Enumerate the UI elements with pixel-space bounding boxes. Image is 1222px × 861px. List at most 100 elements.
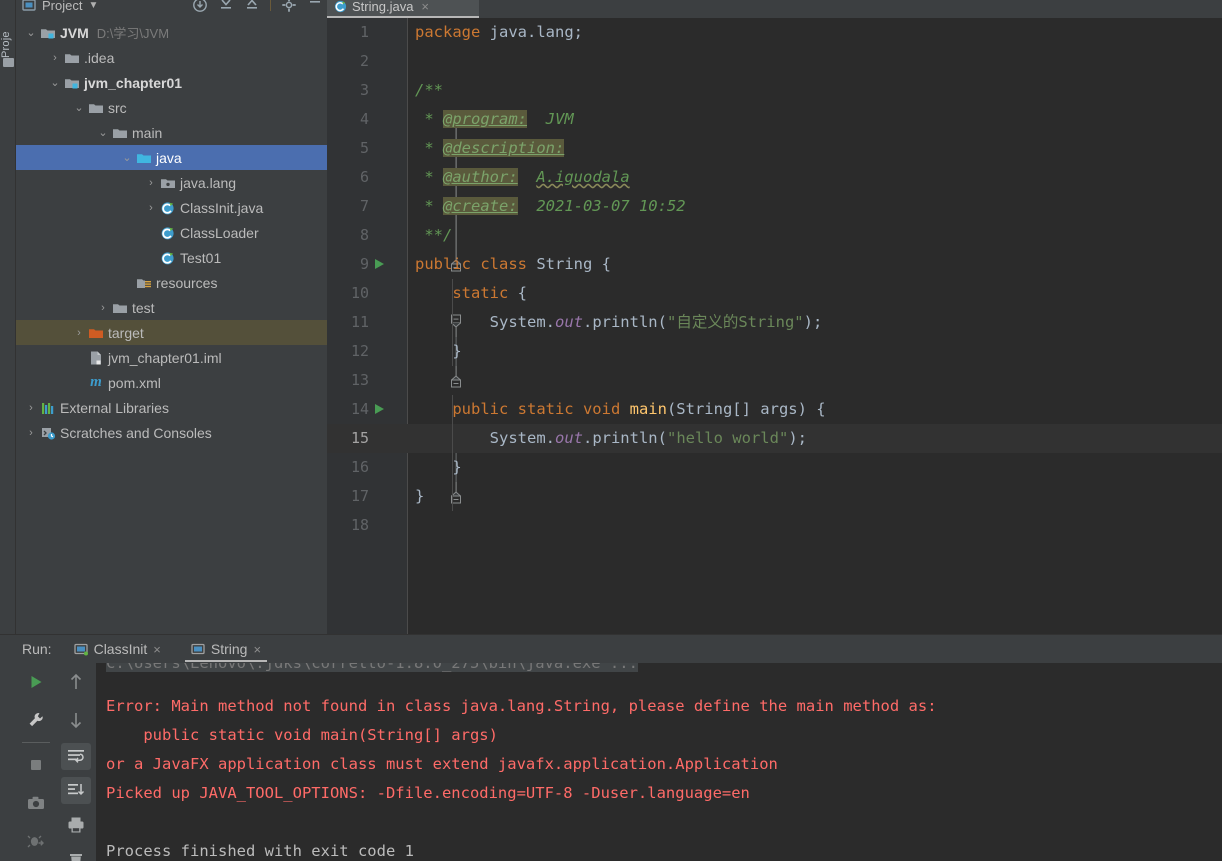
tree-node-src[interactable]: ⌄ src [16, 95, 327, 120]
code-line-15[interactable]: 15 System.out.println("hello world"); [327, 424, 1222, 482]
tree-node-scratches-and-consoles[interactable]: › Scratches and Consoles [16, 420, 327, 445]
run-panel-label: Run: [22, 641, 52, 657]
tree-node-jvm[interactable]: ⌄ JVM D:\学习\JVM [16, 20, 327, 45]
tree-node-main[interactable]: ⌄ main [16, 120, 327, 145]
excluded-folder-icon [86, 325, 106, 341]
code-line-6[interactable]: 6 * @author: A.iguodala [327, 163, 1222, 221]
tree-node-java-lang[interactable]: › java.lang [16, 170, 327, 195]
fold-region-line [393, 192, 457, 250]
close-icon[interactable]: × [153, 642, 161, 657]
code-line-17[interactable]: 17} [327, 482, 1222, 511]
tree-node-jvm-chapter01-iml[interactable]: jvm_chapter01.iml [16, 345, 327, 370]
arrow-down-icon[interactable] [56, 701, 96, 739]
tree-node-external-libraries[interactable]: › External Libraries [16, 395, 327, 420]
expand-all-icon[interactable] [244, 0, 260, 13]
project-tree[interactable]: ⌄ JVM D:\学习\JVM › .idea ⌄ jvm_chapter01 ⌄ src ⌄… [16, 18, 327, 634]
tree-node--idea[interactable]: › .idea [16, 45, 327, 70]
tree-node-jvm-chapter01[interactable]: ⌄ jvm_chapter01 [16, 70, 327, 95]
line-number: 4 [359, 110, 369, 128]
fold-start-icon[interactable] [393, 395, 461, 453]
chevron-down-icon[interactable]: ⌄ [120, 151, 134, 164]
tree-node-resources[interactable]: resources [16, 270, 327, 295]
chevron-right-icon[interactable]: › [72, 327, 86, 339]
trash-icon[interactable] [56, 843, 96, 861]
chevron-right-icon[interactable]: › [96, 302, 110, 314]
chevron-right-icon[interactable]: › [144, 177, 158, 189]
line-number: 5 [359, 139, 369, 157]
console-output[interactable]: C:\Users\Lenovo\.jdks\corretto-1.8.0_275… [96, 663, 1222, 861]
fold-region-line [393, 134, 457, 192]
debug-icon[interactable] [16, 822, 56, 860]
code-line-18[interactable]: 18 [327, 511, 1222, 540]
code-line-12[interactable]: 12 } [327, 337, 1222, 388]
java-class-icon [158, 200, 178, 216]
close-icon[interactable]: × [253, 642, 261, 657]
tree-node-label: resources [156, 274, 218, 291]
locate-icon[interactable] [192, 0, 208, 13]
code-line-14[interactable]: 14 public static void main(String[] args… [327, 395, 1222, 453]
code-text: static { [452, 284, 527, 302]
chevron-down-icon[interactable]: ▼ [88, 0, 98, 11]
fold-start-icon[interactable] [393, 279, 461, 337]
tree-node-pom-xml[interactable]: m pom.xml [16, 370, 327, 395]
chevron-down-icon[interactable]: ⌄ [96, 126, 110, 139]
stop-icon[interactable] [16, 746, 56, 784]
code-line-13[interactable]: 13 [327, 366, 1222, 395]
code-line-2[interactable]: 2 [327, 47, 1222, 76]
run-gutter-icon[interactable] [375, 259, 384, 269]
code-line-3[interactable]: 3 /** [327, 76, 1222, 134]
code-text: } [452, 342, 462, 360]
strip-button-project[interactable]: Proje [0, 0, 16, 58]
chevron-down-icon[interactable]: ⌄ [48, 76, 62, 89]
rerun-icon[interactable] [16, 663, 56, 701]
soft-wrap-icon[interactable] [56, 739, 96, 773]
wrench-icon[interactable] [16, 701, 56, 739]
chevron-right-icon[interactable]: › [144, 202, 158, 214]
fold-end-icon[interactable] [393, 221, 461, 272]
code-line-5[interactable]: 5 * @description: [327, 134, 1222, 192]
chevron-right-icon[interactable]: › [24, 427, 38, 439]
tree-node-test01[interactable]: Test01 [16, 245, 327, 270]
code-line-10[interactable]: 10 static { [327, 279, 1222, 337]
code-line-9[interactable]: 9 public class String { [327, 250, 1222, 279]
tree-node-classinit-java[interactable]: › ClassInit.java [16, 195, 327, 220]
code-text: System.out.println("自定义的String"); [489, 313, 823, 331]
code-editor[interactable]: 1 package java.lang; 2 3 /** 4 * @program: J… [327, 18, 1222, 634]
tree-node-target[interactable]: › target [16, 320, 327, 345]
scroll-to-end-icon[interactable] [56, 773, 96, 807]
code-line-7[interactable]: 7 * @create: 2021-03-07 10:52 [327, 192, 1222, 250]
gear-icon[interactable] [281, 0, 297, 13]
fold-end-icon[interactable] [393, 453, 461, 504]
tree-node-java[interactable]: ⌄ java [16, 145, 327, 170]
project-tool-window: Project ▼ ⌄ JVM D:\学习\JVM › .idea ⌄ jvm_… [16, 0, 327, 634]
collapse-all-icon[interactable] [218, 0, 234, 13]
fold-end-icon[interactable] [393, 337, 461, 388]
tree-node-test[interactable]: › test [16, 295, 327, 320]
code-line-4[interactable]: 4 * @program: JVM [327, 105, 1222, 163]
project-pane-header: Project ▼ [16, 0, 327, 18]
project-strip-icon[interactable] [3, 58, 14, 67]
chevron-right-icon[interactable]: › [24, 402, 38, 414]
code-line-8[interactable]: 8 **/ [327, 221, 1222, 272]
run-gutter-icon[interactable] [375, 404, 384, 414]
module-folder-icon [62, 75, 82, 91]
code-lines[interactable]: 1 package java.lang; 2 3 /** 4 * @program: J… [327, 18, 1222, 634]
arrow-up-icon[interactable] [56, 663, 96, 701]
code-line-1[interactable]: 1 package java.lang; [327, 18, 1222, 47]
minimize-icon[interactable] [307, 0, 323, 13]
chevron-down-icon[interactable]: ⌄ [24, 26, 38, 39]
chevron-right-icon[interactable]: › [48, 52, 62, 64]
project-window-icon [22, 0, 36, 16]
print-icon[interactable] [56, 807, 96, 843]
fold-start-icon[interactable] [393, 76, 461, 134]
run-toolbar-secondary [56, 663, 96, 861]
camera-icon[interactable] [16, 784, 56, 822]
console-line: Error: Main method not found in class ja… [106, 697, 937, 715]
run-tab-string[interactable]: String × [184, 635, 268, 663]
run-tab-classinit[interactable]: ClassInit × [68, 635, 167, 663]
close-icon[interactable]: × [421, 0, 429, 14]
code-line-16[interactable]: 16 } [327, 453, 1222, 504]
chevron-down-icon[interactable]: ⌄ [72, 101, 86, 114]
tree-node-classloader[interactable]: ClassLoader [16, 220, 327, 245]
code-line-11[interactable]: 11 System.out.println("自定义的String"); [327, 308, 1222, 366]
